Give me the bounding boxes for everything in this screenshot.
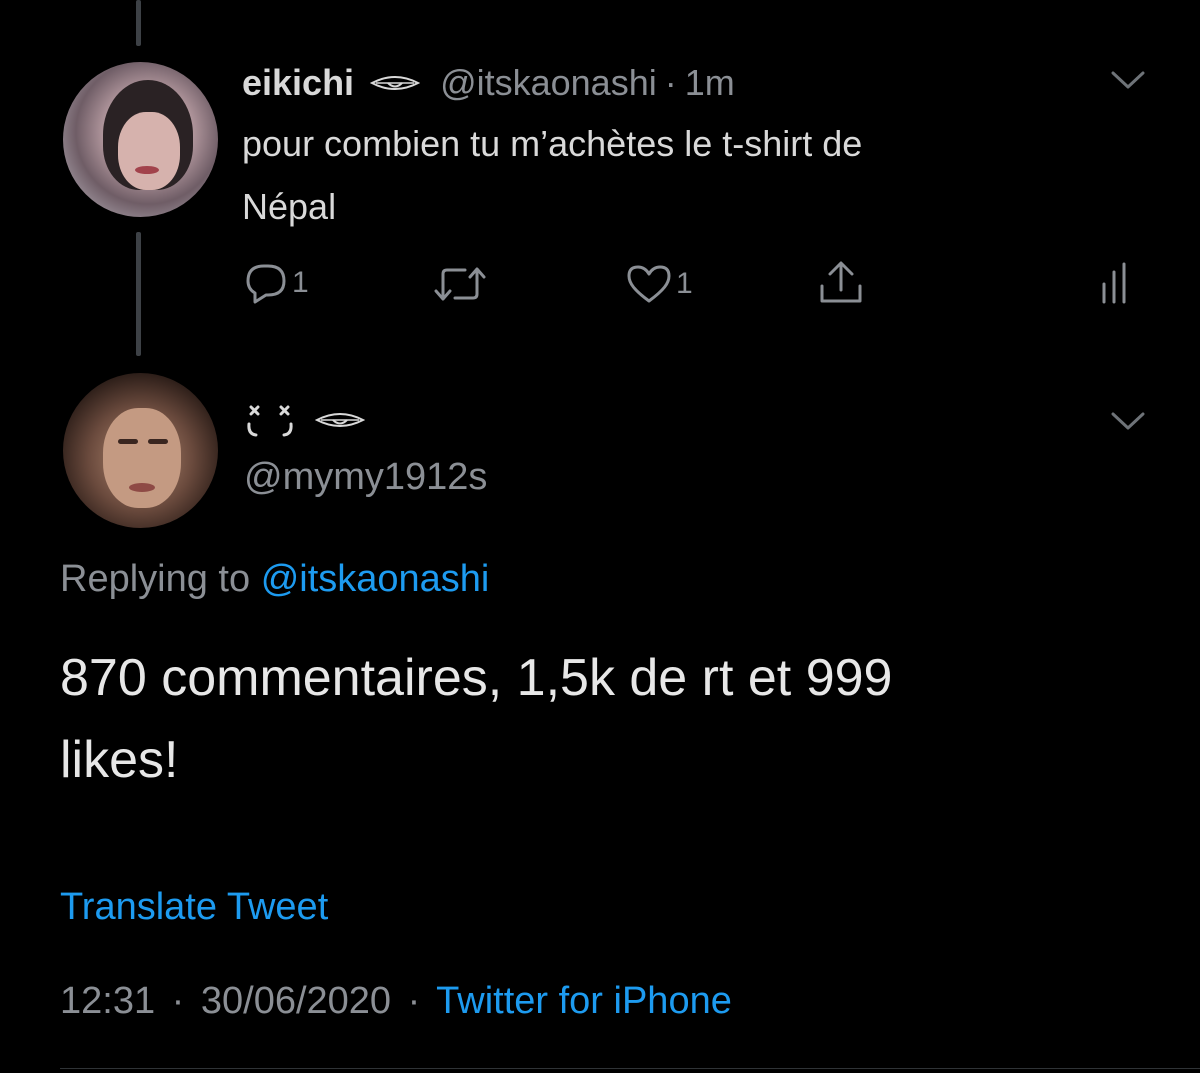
share-icon[interactable] — [818, 260, 864, 306]
tweet-text: 870 commentaires, 1,5k de rt et 999 like… — [60, 637, 892, 801]
avatar-lips — [135, 166, 159, 174]
separator: · — [664, 62, 677, 103]
avatar[interactable] — [63, 62, 218, 217]
translate-tweet-link[interactable]: Translate Tweet — [60, 886, 328, 929]
tweet-text-line: 870 commentaires, 1,5k de rt et 999 — [60, 649, 893, 707]
retweet-icon[interactable] — [433, 264, 487, 304]
thread-line-middle — [136, 232, 141, 356]
avatar[interactable] — [63, 373, 218, 528]
source-link[interactable]: Twitter for iPhone — [436, 980, 732, 1022]
separator: · — [171, 980, 185, 1022]
reply-button[interactable]: 1 — [244, 262, 309, 304]
tweet-meta: 12:31 · 30/06/2020 · Twitter for iPhone — [60, 980, 732, 1023]
eye-icon — [315, 410, 365, 430]
tweet-text-line: Népal — [242, 186, 337, 227]
avatar-lips — [129, 483, 155, 492]
handle[interactable]: @itskaonashi — [440, 62, 657, 104]
chevron-down-icon[interactable] — [1110, 68, 1146, 92]
reply-icon — [244, 262, 288, 304]
thread-line-top — [136, 0, 141, 46]
handle[interactable]: @mymy1912s — [244, 456, 487, 499]
tweet-text: pour combien tu m’achètes le t-shirt de … — [242, 112, 862, 238]
chevron-down-icon[interactable] — [1110, 409, 1146, 433]
timestamp[interactable]: 1m — [685, 62, 735, 104]
avatar-brow — [118, 439, 138, 444]
like-button[interactable]: 1 — [626, 264, 693, 304]
like-count: 1 — [676, 267, 693, 300]
tweet-text-line: likes! — [60, 731, 179, 789]
avatar-face — [118, 112, 180, 190]
tweet-time: 12:31 — [60, 980, 156, 1022]
eye-icon — [370, 73, 421, 93]
heart-icon — [626, 264, 672, 304]
reply-count: 1 — [292, 266, 309, 299]
replying-handle-link[interactable]: @itskaonashi — [261, 558, 490, 600]
xx-face-glyph — [245, 404, 295, 440]
tweet-date: 30/06/2020 — [200, 980, 392, 1022]
replying-to: Replying to @itskaonashi — [60, 558, 489, 601]
analytics-icon[interactable] — [1100, 262, 1132, 304]
tweet-header: eikichi @itskaonashi · 1m — [242, 58, 735, 108]
tweet-text-line: pour combien tu m’achètes le t-shirt de — [242, 123, 863, 164]
display-name[interactable]: eikichi — [242, 62, 354, 104]
replying-prefix: Replying to — [60, 558, 251, 600]
display-name[interactable] — [245, 404, 365, 440]
divider — [60, 1068, 1200, 1069]
avatar-brow — [148, 439, 168, 444]
avatar-face — [103, 408, 181, 508]
separator: · — [407, 980, 421, 1022]
